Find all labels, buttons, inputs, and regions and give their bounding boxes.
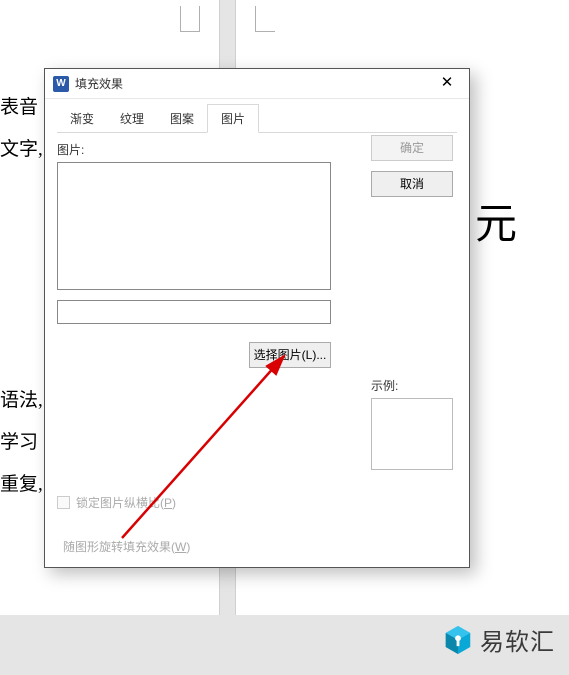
tab-strip: 渐变 纹理 图案 图片 — [57, 105, 457, 133]
bg-text-4: 学习 — [0, 427, 38, 454]
watermark-icon — [444, 625, 472, 655]
watermark: 易软汇 — [444, 622, 555, 657]
bg-text-3: 语法, — [0, 385, 43, 412]
cancel-button[interactable]: 取消 — [371, 171, 453, 197]
watermark-text: 易软汇 — [480, 622, 555, 657]
ok-button: 确定 — [371, 135, 453, 161]
bg-text-large: 元 — [475, 190, 517, 251]
titlebar: W 填充效果 ✕ — [45, 69, 469, 99]
close-button[interactable]: ✕ — [429, 71, 465, 97]
select-picture-button[interactable]: 选择图片(L)... — [249, 342, 331, 368]
lock-ratio-checkbox — [57, 496, 70, 509]
image-preview — [57, 162, 331, 290]
fill-effects-dialog: W 填充效果 ✕ 渐变 纹理 图案 图片 图片: 选择图片(L)... — [44, 68, 470, 568]
tab-pattern[interactable]: 图案 — [157, 105, 207, 132]
sample-label: 示例: — [371, 377, 457, 394]
lock-ratio-label: 锁定图片纵横比(P) — [76, 494, 176, 511]
tab-picture[interactable]: 图片 — [207, 104, 259, 133]
bg-text-1: 表音 — [0, 92, 38, 119]
sample-preview — [371, 398, 453, 470]
image-name-field[interactable] — [57, 300, 331, 324]
tab-gradient[interactable]: 渐变 — [57, 105, 107, 132]
bg-text-2: 文字, — [0, 134, 43, 161]
dialog-title: 填充效果 — [75, 75, 429, 92]
rotate-label: 随图形旋转填充效果(W) — [63, 538, 190, 555]
tab-texture[interactable]: 纹理 — [107, 105, 157, 132]
bg-text-5: 重复, — [0, 469, 43, 496]
image-label: 图片: — [57, 141, 359, 158]
word-app-icon: W — [53, 76, 69, 92]
